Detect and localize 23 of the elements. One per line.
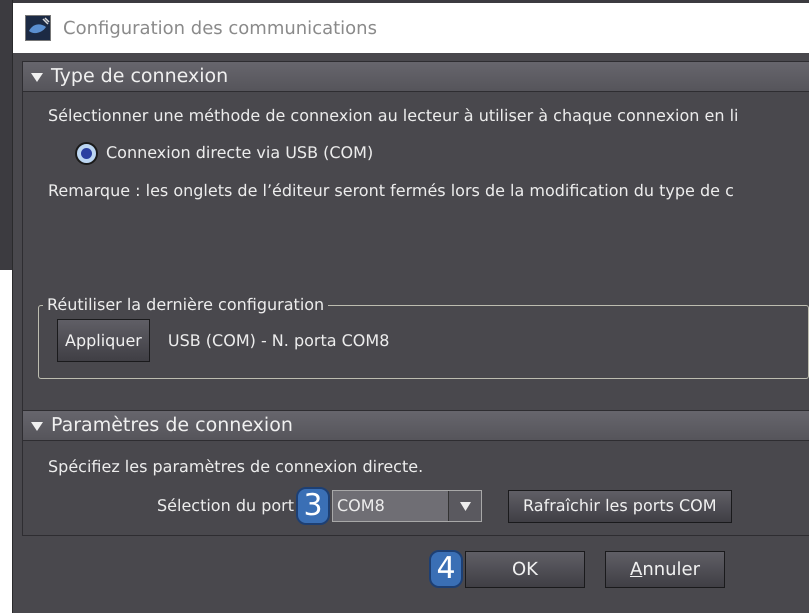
- note-text: Remarque : les onglets de l’éditeur seront fermés lors de la modification du type de c: [48, 180, 735, 202]
- last-config-text: USB (COM) - N. porta COM8: [168, 330, 390, 352]
- port-label: Sélection du port: [157, 495, 294, 517]
- step-number-badge: 3: [296, 487, 330, 525]
- window-title: Configuration des communications: [63, 16, 377, 40]
- apply-button[interactable]: Appliquer: [57, 319, 150, 362]
- dropdown-arrow-icon: [460, 502, 470, 510]
- dialog-button[interactable]: Annuler: [605, 550, 725, 588]
- collapse-triangle-icon: [31, 70, 43, 82]
- collapse-triangle-icon: [31, 420, 43, 432]
- dialog-button[interactable]: OK: [465, 550, 585, 588]
- instruction-text: Spécifiez les paramètres de connexion directe.: [48, 456, 424, 478]
- section-title: Type de connexion: [51, 64, 228, 90]
- port-dropdown[interactable]: COM8: [332, 490, 482, 522]
- instruction-text: Sélectionner une méthode de connexion au lecteur à utiliser à chaque connexion en li: [48, 105, 740, 127]
- section-title: Paramètres de connexion: [51, 413, 293, 438]
- refresh-ports-button[interactable]: Rafraîchir les ports COM: [508, 490, 732, 522]
- step-number-badge: 4: [429, 550, 463, 588]
- group-legend: Réutiliser la dernière configuration: [47, 295, 324, 314]
- section-header[interactable]: Paramètres de connexion: [23, 410, 809, 441]
- app-icon: [25, 15, 51, 41]
- section-header[interactable]: Type de connexion: [23, 61, 809, 92]
- radio-option[interactable]: Connexion directe via USB (COM): [75, 141, 374, 165]
